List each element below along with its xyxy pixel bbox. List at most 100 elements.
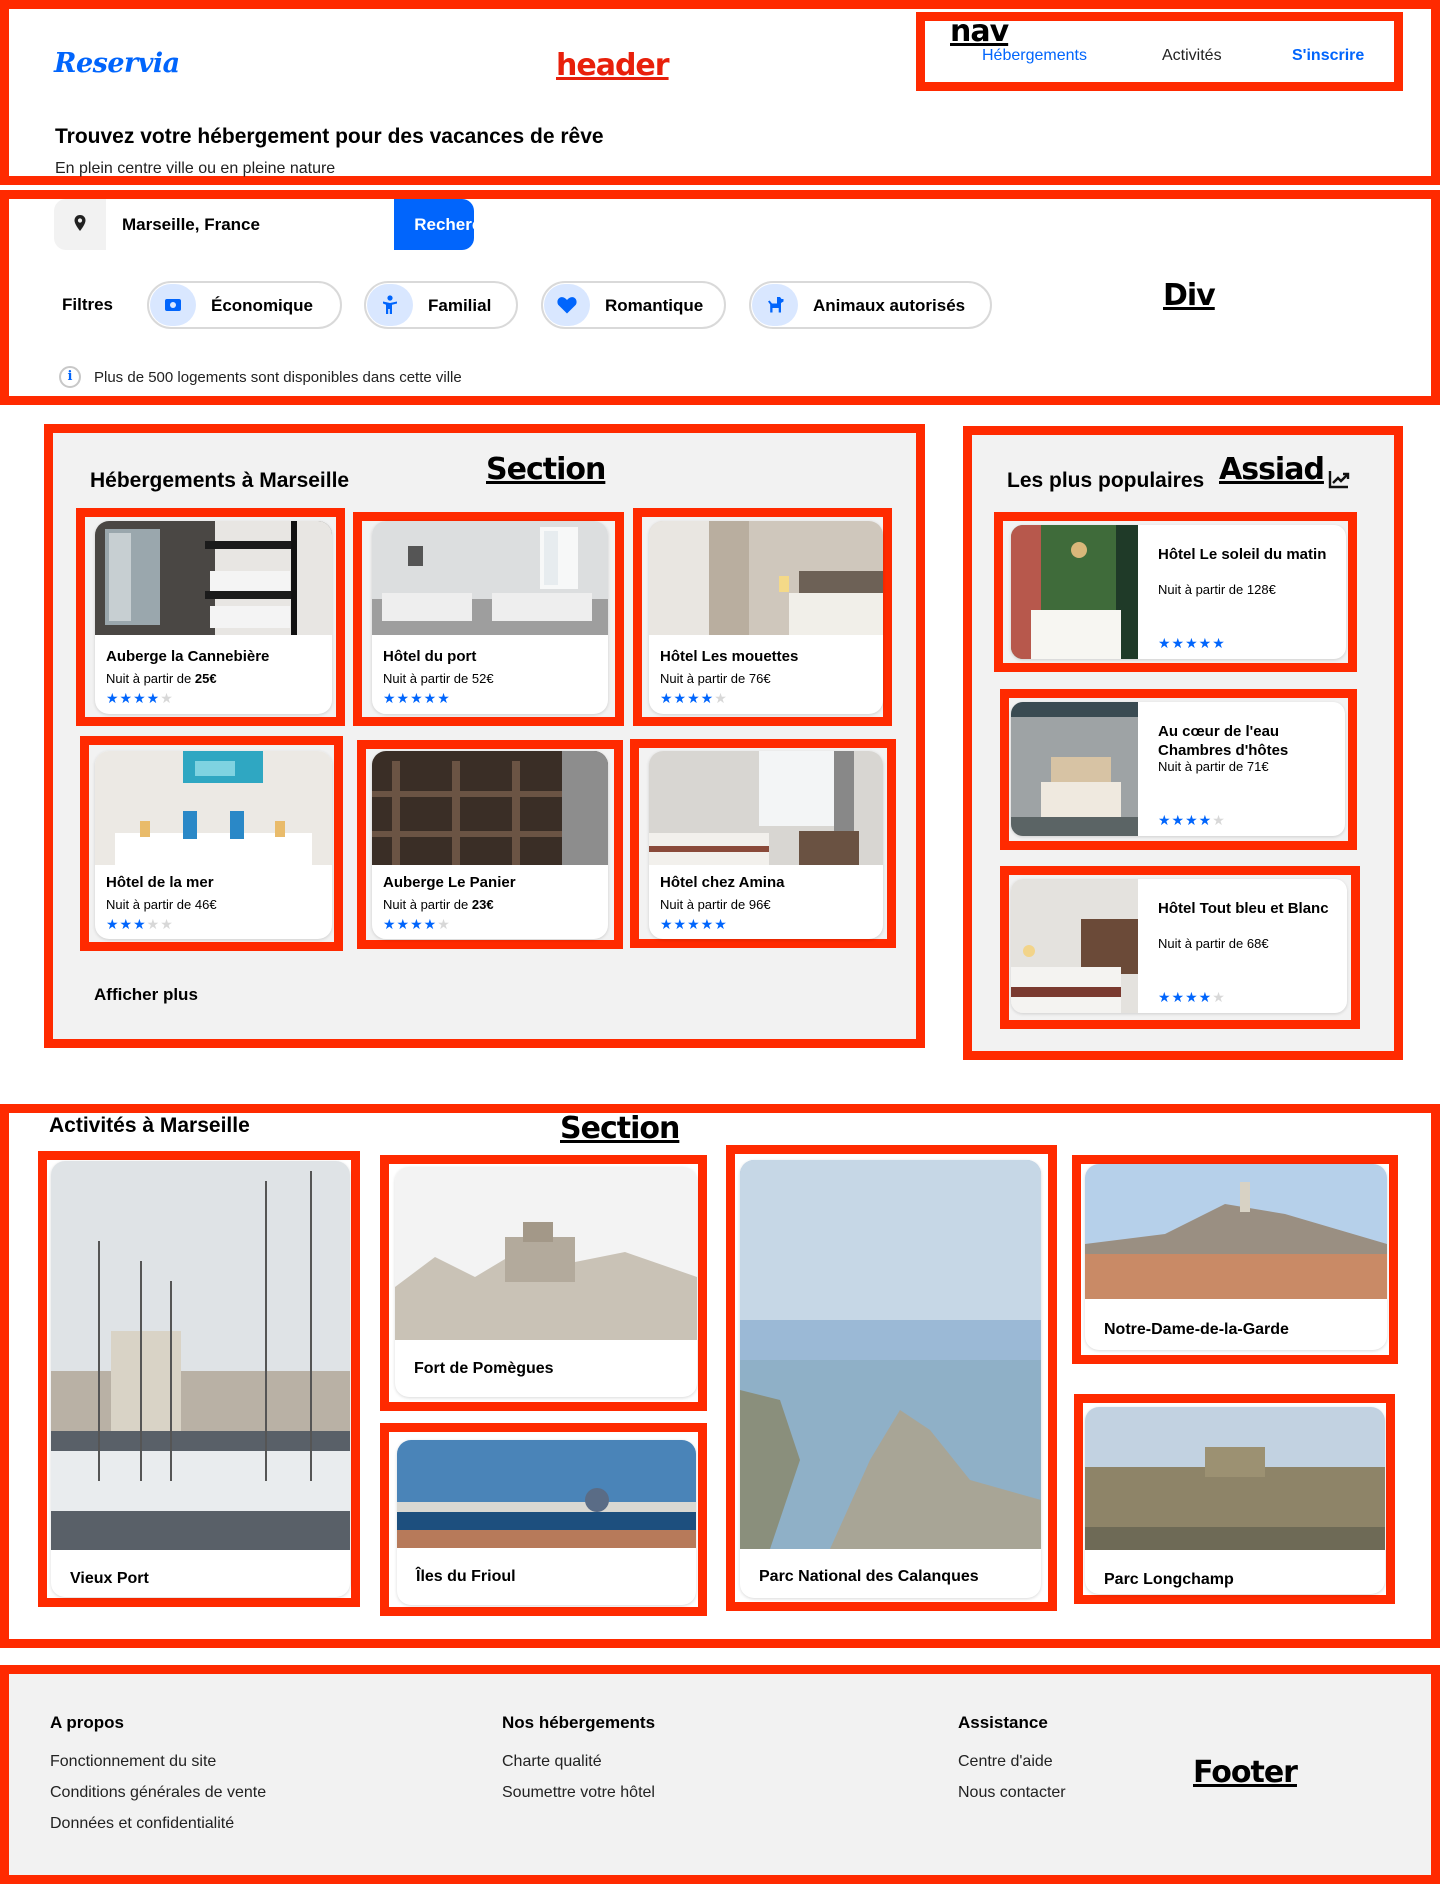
popular-photo — [1011, 702, 1138, 836]
footer-column-title: Nos hébergements — [502, 1713, 656, 1732]
filter-chip-economique[interactable]: Économique — [147, 281, 342, 329]
activities-title: Activités à Marseille — [49, 1114, 250, 1137]
show-more-link[interactable]: Afficher plus — [94, 985, 198, 1005]
footer-column-title: Assistance — [958, 1713, 1048, 1732]
footer-link[interactable]: Charte qualité — [502, 1753, 602, 1771]
popular-photo — [1011, 525, 1138, 659]
filter-chip-label: Familial — [428, 296, 492, 315]
search-annotation-label: Div — [1163, 278, 1216, 313]
search-bar: Rechercher — [54, 199, 474, 250]
activity-card[interactable]: Parc National des Calanques — [740, 1160, 1041, 1598]
child-icon — [367, 284, 413, 326]
listing-name: Hôtel chez Amina — [660, 874, 785, 891]
footer-annotation-label: Footer — [1193, 1755, 1298, 1790]
popular-name: Hôtel Tout bleu et Blanc — [1158, 900, 1329, 917]
nav-link-hebergements[interactable]: Hébergements — [982, 47, 1087, 65]
header-annotation-label: header — [556, 48, 670, 83]
listing-price: Nuit à partir de 46€ — [106, 897, 217, 912]
footer-link[interactable]: Soumettre votre hôtel — [502, 1784, 655, 1802]
activity-photo — [740, 1160, 1041, 1549]
listing-price: Nuit à partir de 25€ — [106, 671, 217, 686]
listings-title: Hébergements à Marseille — [90, 469, 350, 492]
listing-price: Nuit à partir de 96€ — [660, 897, 771, 912]
rating-stars: ★★★★★ — [383, 916, 451, 932]
filters-label: Filtres — [62, 295, 114, 314]
listing-name: Auberge la Cannebière — [106, 648, 270, 665]
nav-link-signup[interactable]: S'inscrire — [1292, 47, 1364, 65]
money-icon — [150, 284, 196, 326]
listing-name: Hôtel Les mouettes — [660, 648, 799, 665]
listing-photo — [95, 521, 332, 635]
footer-column-title: A propos — [50, 1713, 124, 1732]
rating-stars: ★★★★★ — [383, 690, 451, 706]
footer-link[interactable]: Centre d'aide — [958, 1753, 1053, 1771]
nav-link-activites[interactable]: Activités — [1162, 47, 1222, 65]
activity-name: Vieux Port — [70, 1570, 149, 1587]
listing-card[interactable]: Hôtel Les mouettes Nuit à partir de 76€ … — [649, 521, 883, 714]
listing-card[interactable]: Hôtel chez Amina Nuit à partir de 96€ ★★… — [649, 751, 883, 939]
popular-card[interactable]: Hôtel Le soleil du matin Nuit à partir d… — [1011, 525, 1346, 659]
activity-name: Parc National des Calanques — [759, 1568, 979, 1585]
activity-photo — [395, 1167, 697, 1340]
heart-icon — [544, 284, 590, 326]
rating-stars: ★★★★★ — [1158, 989, 1226, 1005]
listing-card[interactable]: Auberge Le Panier Nuit à partir de 23€ ★… — [372, 751, 608, 939]
info-icon: i — [59, 366, 81, 388]
activity-card[interactable]: Îles du Frioul — [397, 1440, 696, 1605]
listing-photo — [95, 751, 332, 865]
activity-card[interactable]: Fort de Pomègues — [395, 1167, 697, 1397]
filter-chip-label: Romantique — [605, 296, 704, 315]
popular-name: Au cœur de l'eau Chambres d'hôtes — [1158, 723, 1289, 759]
footer-link[interactable]: Données et confidentialité — [50, 1815, 234, 1833]
activity-name: Fort de Pomègues — [414, 1360, 554, 1377]
trending-icon — [1328, 471, 1350, 489]
rating-stars: ★★★★★ — [1158, 635, 1226, 651]
search-input[interactable] — [106, 199, 394, 250]
popular-price: Nuit à partir de 128€ — [1158, 582, 1276, 597]
search-button[interactable]: Rechercher — [394, 199, 474, 250]
filter-chip-romantique[interactable]: Romantique — [541, 281, 726, 329]
listing-name: Auberge Le Panier — [383, 874, 516, 891]
listing-card[interactable]: Hôtel du port Nuit à partir de 52€ ★★★★★ — [372, 521, 608, 714]
activity-photo — [1085, 1164, 1387, 1299]
page-title: Trouvez votre hébergement pour des vacan… — [55, 125, 604, 148]
activity-card[interactable]: Notre-Dame-de-la-Garde — [1085, 1164, 1387, 1350]
listing-photo — [372, 751, 608, 865]
popular-card[interactable]: Au cœur de l'eau Chambres d'hôtes Nuit à… — [1011, 702, 1345, 836]
popular-card[interactable]: Hôtel Tout bleu et Blanc Nuit à partir d… — [1011, 879, 1347, 1013]
page-subtitle: En plein centre ville ou en pleine natur… — [55, 160, 336, 177]
popular-title: Les plus populaires — [1007, 469, 1205, 492]
aside-annotation-label: Assiad — [1219, 452, 1325, 487]
location-pin-icon — [74, 215, 86, 231]
activity-name: Notre-Dame-de-la-Garde — [1104, 1321, 1289, 1338]
activity-name: Îles du Frioul — [416, 1568, 516, 1585]
filter-chip-label: Animaux autorisés — [813, 296, 966, 315]
listing-photo — [649, 521, 883, 635]
listing-card[interactable]: Auberge la Cannebière Nuit à partir de 2… — [95, 521, 332, 714]
listing-name: Hôtel du port — [383, 648, 477, 665]
listing-photo — [372, 521, 608, 635]
rating-stars: ★★★★★ — [660, 690, 728, 706]
nav-annotation-label: nav — [950, 14, 1009, 49]
rating-stars: ★★★★★ — [106, 690, 174, 706]
listings-annotation-label: Section — [486, 452, 606, 487]
listing-price: Nuit à partir de 23€ — [383, 897, 494, 912]
activity-card[interactable]: Parc Longchamp — [1085, 1407, 1385, 1594]
activity-card[interactable]: Vieux Port — [51, 1161, 350, 1597]
popular-price: Nuit à partir de 68€ — [1158, 936, 1269, 951]
filter-chip-animaux[interactable]: Animaux autorisés — [749, 281, 992, 329]
activities-annotation-label: Section — [560, 1111, 680, 1146]
popular-price: Nuit à partir de 71€ — [1158, 759, 1269, 774]
availability-info: Plus de 500 logements sont disponibles d… — [94, 369, 462, 386]
popular-photo — [1011, 879, 1138, 1013]
footer-link[interactable]: Conditions générales de vente — [50, 1784, 266, 1802]
footer-link[interactable]: Nous contacter — [958, 1784, 1066, 1802]
listing-photo — [649, 751, 883, 865]
listing-card[interactable]: Hôtel de la mer Nuit à partir de 46€ ★★★… — [95, 751, 332, 939]
logo[interactable]: Reservia — [54, 48, 180, 79]
filter-chip-familial[interactable]: Familial — [364, 281, 518, 329]
filter-chip-label: Économique — [211, 296, 314, 315]
footer-link[interactable]: Fonctionnement du site — [50, 1753, 216, 1771]
listing-name: Hôtel de la mer — [106, 874, 214, 891]
activity-photo — [51, 1161, 350, 1550]
